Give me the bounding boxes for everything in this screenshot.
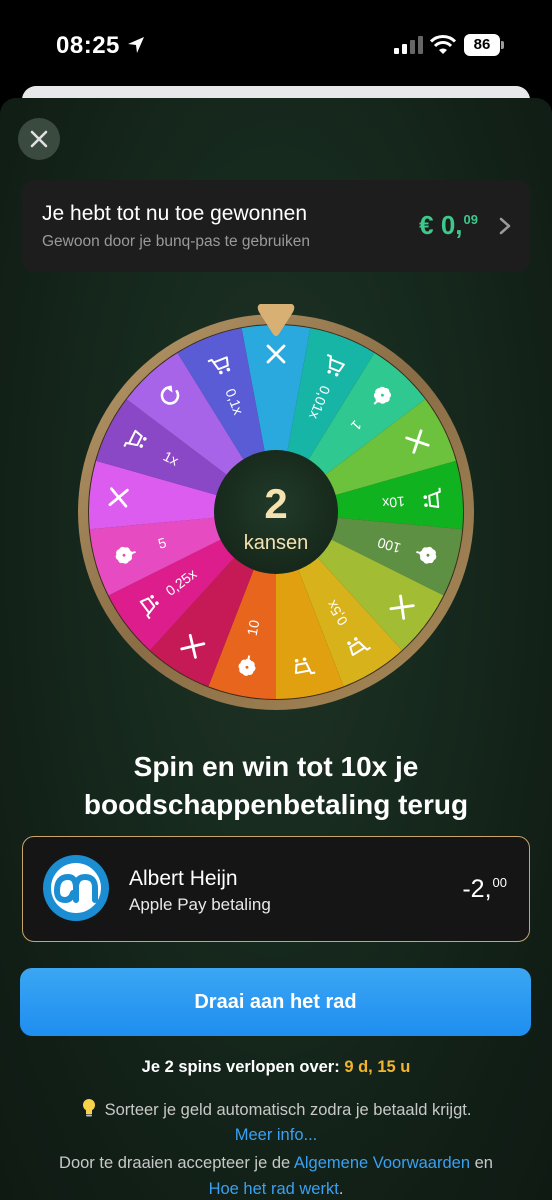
close-icon [30, 130, 48, 148]
status-bar: 08:25 86 [0, 0, 552, 92]
chevron-right-icon [499, 217, 511, 235]
close-button[interactable] [18, 118, 60, 160]
cellular-signal-icon [394, 36, 423, 54]
winnings-card[interactable]: Je hebt tot nu toe gewonnen Gewoon door … [22, 180, 530, 272]
battery-indicator: 86 [464, 34, 504, 56]
transaction-amount-cents: 00 [492, 875, 507, 890]
expiry-prefix: Je 2 spins verlopen over: [141, 1058, 340, 1076]
spins-count: 2 [264, 480, 287, 527]
terms-text: Door te draaien accepteer je de Algemene… [0, 1150, 552, 1200]
battery-level: 86 [464, 34, 500, 56]
promo-line-2: boodschappenbetaling terug [83, 789, 469, 820]
location-arrow-icon [128, 37, 144, 53]
battery-tip [501, 41, 504, 49]
winnings-amount: € 0,09 [419, 210, 478, 241]
more-info-link[interactable]: Meer info... [0, 1126, 552, 1145]
prize-wheel[interactable]: 0,01x 1 10x 100 0,5x 10 0,25x 5 1x 0,1x 2 kansen [76, 296, 476, 712]
transaction-amount: -2,00 [462, 875, 507, 904]
lightbulb-icon [82, 1099, 95, 1117]
transaction-card[interactable]: Albert Heijn Apple Pay betaling -2,00 [22, 836, 530, 942]
wifi-icon [430, 35, 456, 54]
terms-link[interactable]: Algemene Voorwaarden [294, 1154, 470, 1172]
spin-button[interactable]: Draai aan het rad [20, 968, 531, 1036]
promo-heading: Spin en win tot 10x je boodschappenbetal… [0, 748, 552, 824]
winnings-title: Je hebt tot nu toe gewonnen [42, 202, 308, 225]
spin-sheet: Je hebt tot nu toe gewonnen Gewoon door … [0, 98, 552, 1200]
winnings-subtitle: Gewoon door je bunq-pas te gebruiken [42, 233, 310, 250]
segment-label-9: 10 [244, 618, 263, 636]
spins-label: kansen [244, 532, 309, 554]
terms-suffix: . [338, 1180, 344, 1198]
expiry-value: 9 d, 15 u [344, 1058, 411, 1076]
transaction-method: Apple Pay betaling [129, 895, 271, 914]
transaction-amount-main: -2, [462, 875, 492, 903]
how-wheel-works-link[interactable]: Hoe het rad werkt [209, 1180, 339, 1198]
albert-heijn-logo [43, 855, 109, 921]
tip-text: Sorteer je geld automatisch zodra je bet… [104, 1101, 472, 1119]
terms-prefix: Door te draaien accepteer je de [59, 1154, 291, 1172]
tip-line: Sorteer je geld automatisch zodra je bet… [0, 1098, 552, 1120]
promo-line-1: Spin en win tot 10x je [133, 751, 419, 782]
transaction-merchant: Albert Heijn [129, 867, 238, 890]
segment-label-4: 10x [382, 493, 406, 511]
spins-expiry: Je 2 spins verlopen over: 9 d, 15 u [0, 1058, 552, 1077]
terms-middle: en [474, 1154, 493, 1172]
prize-wheel-graphic: 0,01x110x1000,5x100,25x51x0,1x 2 kansen [78, 304, 474, 710]
winnings-amount-cents: 09 [463, 212, 478, 227]
winnings-amount-main: € 0, [419, 210, 463, 240]
status-time: 08:25 [56, 32, 120, 59]
